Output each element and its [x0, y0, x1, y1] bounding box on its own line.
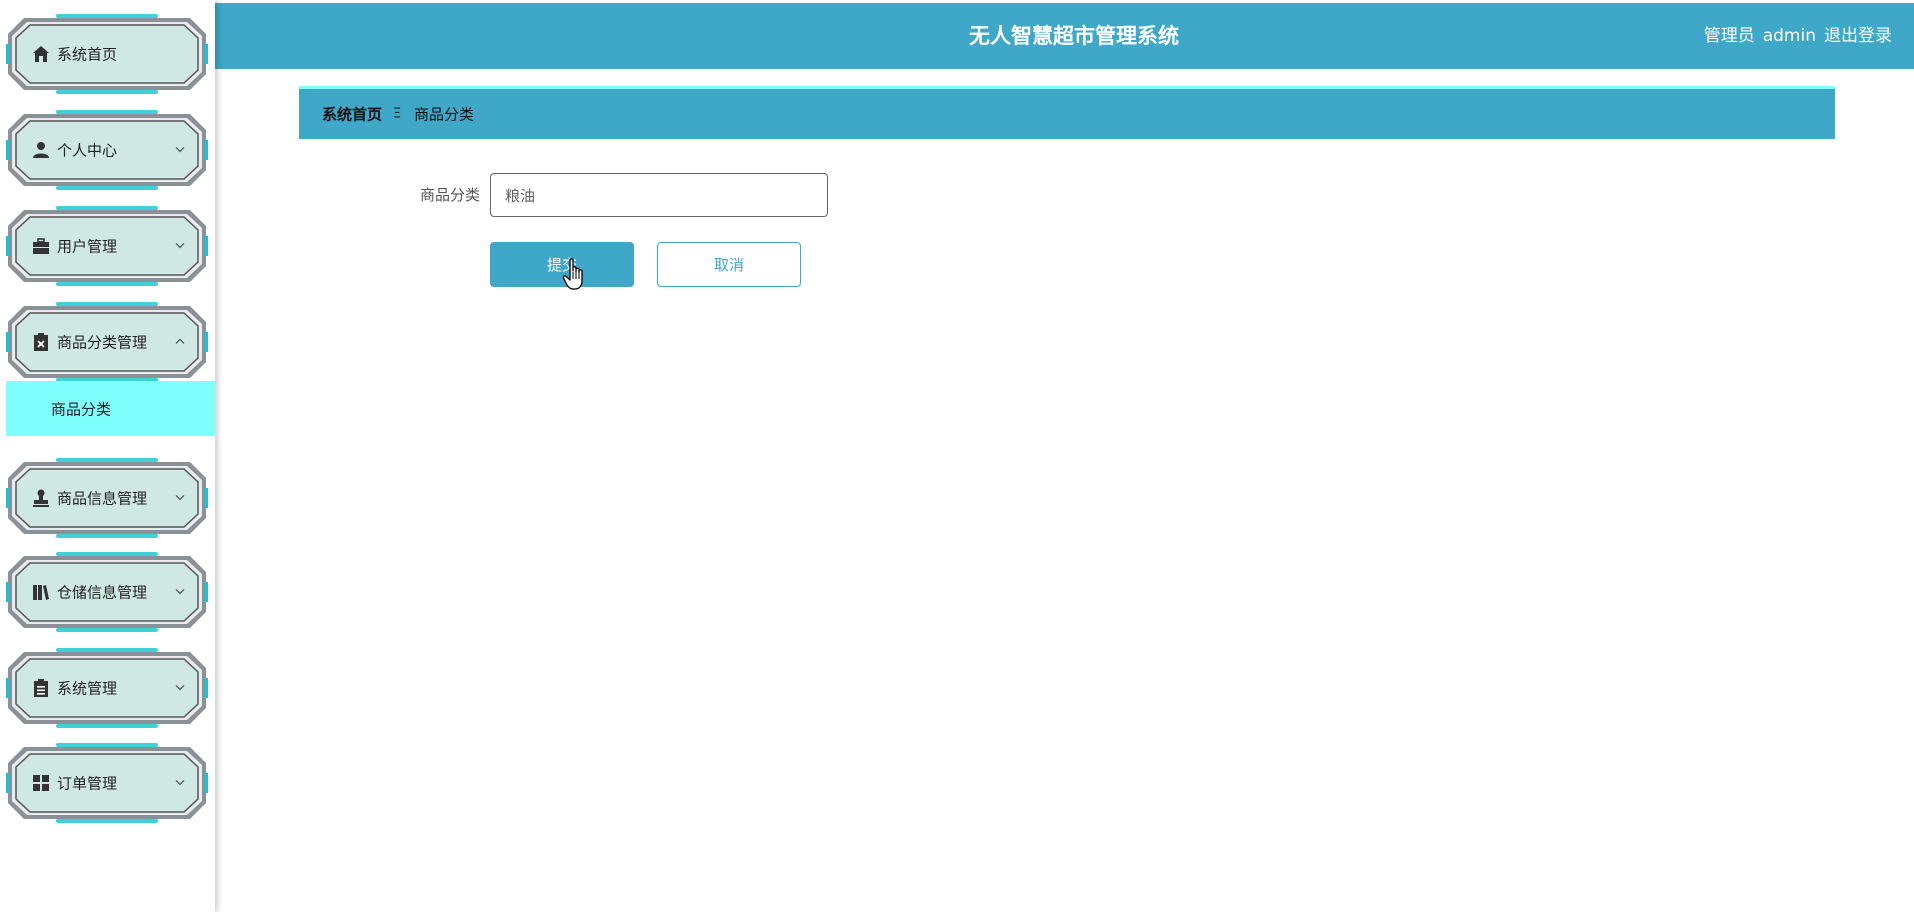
sidebar-subitem-label: 商品分类	[51, 400, 112, 418]
sidebar-item-category-management[interactable]: 商品分类管理	[6, 302, 208, 382]
top-header: 无人智慧超市管理系统 管理员 admin 退出登录	[215, 3, 1914, 69]
sidebar-item-order-management[interactable]: 订单管理	[6, 743, 208, 823]
user-role: 管理员	[1703, 26, 1755, 46]
sidebar-item-home[interactable]: 系统首页	[6, 14, 208, 94]
sidebar-item-label: 仓储信息管理	[57, 583, 148, 602]
chevron-down-icon	[175, 146, 185, 153]
breadcrumb-separator: Ξ	[393, 106, 402, 122]
sidebar: 系统首页 个人中心 用户管理 商品分类管理 商品分类 商品信息管理 仓储信息管理…	[0, 0, 215, 912]
cancel-button[interactable]: 取消	[657, 242, 801, 287]
briefcase-icon	[32, 237, 50, 255]
app-title: 无人智慧超市管理系统	[969, 24, 1179, 48]
chevron-down-icon	[175, 242, 185, 249]
username: admin	[1762, 26, 1816, 46]
chevron-down-icon	[175, 684, 185, 691]
breadcrumb-home[interactable]: 系统首页	[322, 104, 382, 125]
user-info: 管理员 admin 退出登录	[1696, 3, 1892, 69]
stamp-icon	[32, 489, 50, 507]
user-icon	[32, 141, 50, 159]
logout-link[interactable]: 退出登录	[1824, 26, 1892, 46]
books-icon	[32, 583, 50, 601]
sidebar-item-product-info[interactable]: 商品信息管理	[6, 458, 208, 538]
sidebar-item-label: 商品分类管理	[57, 333, 148, 352]
sidebar-item-label: 系统管理	[57, 679, 118, 698]
chevron-down-icon	[175, 494, 185, 501]
sidebar-item-system-management[interactable]: 系统管理	[6, 648, 208, 728]
chevron-up-icon	[175, 338, 185, 344]
sidebar-item-label: 订单管理	[57, 774, 118, 793]
category-input[interactable]	[490, 173, 828, 217]
sidebar-item-user-management[interactable]: 用户管理	[6, 206, 208, 286]
chevron-down-icon	[175, 588, 185, 595]
home-icon	[32, 45, 50, 63]
breadcrumb: 系统首页 Ξ 商品分类	[299, 86, 1835, 139]
clipboard-icon	[32, 679, 50, 697]
sidebar-item-label: 个人中心	[57, 141, 118, 160]
breadcrumb-current: 商品分类	[414, 105, 475, 124]
sidebar-item-label: 商品信息管理	[57, 489, 148, 508]
sidebar-item-storage-info[interactable]: 仓储信息管理	[6, 552, 208, 632]
grid-icon	[32, 774, 50, 792]
sidebar-item-label: 系统首页	[57, 45, 118, 64]
sidebar-subitem-category[interactable]: 商品分类	[6, 381, 215, 436]
clipboard-x-icon	[32, 333, 50, 351]
chevron-down-icon	[175, 779, 185, 786]
sidebar-item-personal-center[interactable]: 个人中心	[6, 110, 208, 190]
category-label: 商品分类	[419, 186, 480, 204]
submit-button[interactable]: 提交	[490, 242, 634, 287]
sidebar-item-label: 用户管理	[57, 237, 118, 256]
